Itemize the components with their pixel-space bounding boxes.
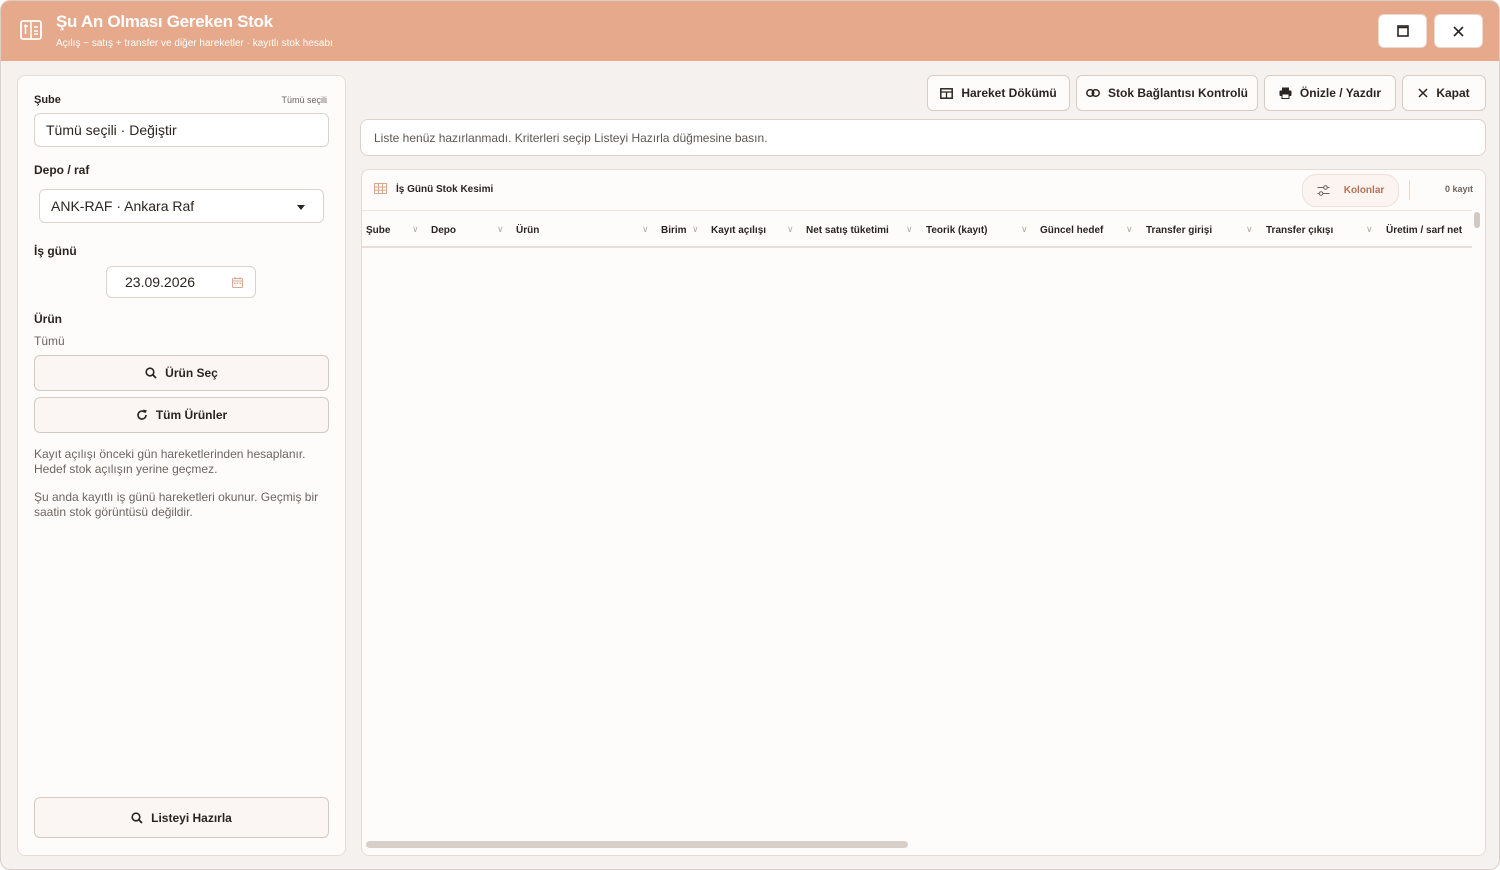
vertical-scrollbar[interactable] xyxy=(1474,212,1480,228)
stock-link-check-label: Stok Bağlantısı Kontrolü xyxy=(1107,86,1248,100)
window-close-button[interactable] xyxy=(1434,14,1483,48)
product-label: Ürün xyxy=(34,312,62,326)
close-label: Kapat xyxy=(1436,86,1470,100)
search-icon xyxy=(145,367,157,379)
column-header[interactable]: Depo xyxy=(431,211,456,249)
table-icon xyxy=(940,87,954,99)
refresh-icon xyxy=(137,409,147,420)
prepare-list-label: Listeyi Hazırla xyxy=(151,810,232,825)
sort-icon[interactable]: ∨ xyxy=(787,224,794,235)
grid-icon xyxy=(374,183,387,194)
stock-ledger-icon xyxy=(20,20,42,40)
preview-print-label: Önizle / Yazdır xyxy=(1299,86,1382,100)
depot-label: Depo / raf xyxy=(34,163,90,177)
dropdown-arrow-icon xyxy=(297,205,305,210)
depot-select[interactable]: ANK-RAF · Ankara Raf xyxy=(39,189,324,223)
opening-note: Kayıt açılışı önceki gün hareketlerinden… xyxy=(34,447,306,476)
prepare-list-button[interactable]: Listeyi Hazırla xyxy=(34,797,329,838)
filter-panel: Şube Tümü seçili Tümü seçili · Değiştir … xyxy=(17,75,346,856)
grid-header: Şube ∨ Depo ∨ Ürün ∨ Birim ∨ Kayıt açılı… xyxy=(362,210,1472,248)
app-window: Şu An Olması Gereken Stok Açılış − satış… xyxy=(0,0,1500,870)
toolbar-divider xyxy=(1409,180,1410,200)
columns-button[interactable]: Kolonlar xyxy=(1302,174,1399,207)
columns-label: Kolonlar xyxy=(1343,185,1385,196)
maximize-icon xyxy=(1396,25,1409,37)
product-value: Tümü xyxy=(34,334,65,348)
column-header[interactable]: Üretim / sarf net xyxy=(1386,211,1462,249)
column-header[interactable]: Şube xyxy=(366,211,390,249)
column-header[interactable]: Teorik (kayıt) xyxy=(926,211,988,249)
window-title: Şu An Olması Gereken Stok xyxy=(56,12,273,31)
select-product-label: Ürün Seç xyxy=(165,366,218,380)
column-header[interactable]: Birim xyxy=(661,211,687,249)
stock-link-check-button[interactable]: Stok Bağlantısı Kontrolü xyxy=(1076,75,1258,111)
branch-value: Tümü seçili · Değiştir xyxy=(46,122,177,138)
record-count: 0 kayıt xyxy=(1444,184,1473,194)
sort-icon[interactable]: ∨ xyxy=(1366,224,1373,235)
grid-title: İş Günü Stok Kesimi xyxy=(396,184,494,195)
window-subtitle: Açılış − satış + transfer ve diğer harek… xyxy=(56,38,333,49)
movement-dump-label: Hareket Dökümü xyxy=(961,86,1057,100)
select-product-button[interactable]: Ürün Seç xyxy=(34,355,329,391)
sort-icon[interactable]: ∨ xyxy=(1246,224,1253,235)
link-icon xyxy=(1086,89,1100,97)
movement-dump-button[interactable]: Hareket Dökümü xyxy=(927,75,1070,111)
preview-print-button[interactable]: Önizle / Yazdır xyxy=(1264,75,1396,111)
all-products-button[interactable]: Tüm Ürünler xyxy=(34,397,329,433)
sort-icon[interactable]: ∨ xyxy=(497,224,504,235)
column-header[interactable]: Net satış tüketimi xyxy=(806,211,889,249)
close-icon xyxy=(1453,25,1464,37)
column-header[interactable]: Transfer çıkışı xyxy=(1266,211,1333,249)
calendar-icon xyxy=(232,277,243,288)
column-header[interactable]: Kayıt açılışı xyxy=(711,211,766,249)
sort-icon[interactable]: ∨ xyxy=(906,224,913,235)
snapshot-note: Şu anda kayıtlı iş günü hareketleri okun… xyxy=(34,490,319,519)
column-header[interactable]: Güncel hedef xyxy=(1040,211,1103,249)
workday-date-input[interactable]: 23.09.2026 xyxy=(106,266,256,298)
maximize-button[interactable] xyxy=(1378,14,1427,48)
horizontal-scrollbar[interactable] xyxy=(366,841,908,848)
info-message: Liste henüz hazırlanmadı. Kriterleri seç… xyxy=(360,119,1486,156)
sort-icon[interactable]: ∨ xyxy=(412,224,419,235)
all-products-label: Tüm Ürünler xyxy=(155,408,228,422)
sort-icon[interactable]: ∨ xyxy=(1021,224,1028,235)
sort-icon[interactable]: ∨ xyxy=(692,224,699,235)
stock-grid: İş Günü Stok Kesimi Kolonlar 0 kayıt Şub… xyxy=(361,169,1486,856)
printer-icon xyxy=(1279,87,1292,99)
workday-value: 23.09.2026 xyxy=(125,274,196,290)
sliders-icon xyxy=(1317,185,1330,196)
workday-label: İş günü xyxy=(34,244,77,258)
branch-hint: Tümü seçili xyxy=(281,95,327,105)
sort-icon[interactable]: ∨ xyxy=(642,224,649,235)
depot-value: ANK-RAF · Ankara Raf xyxy=(51,198,195,214)
sort-icon[interactable]: ∨ xyxy=(1126,224,1133,235)
branch-selector[interactable]: Tümü seçili · Değiştir xyxy=(34,113,329,147)
column-header[interactable]: Ürün xyxy=(516,211,539,249)
title-bar: Şu An Olması Gereken Stok Açılış − satış… xyxy=(1,1,1499,61)
search-icon xyxy=(131,811,143,824)
branch-label: Şube xyxy=(34,94,61,106)
close-button[interactable]: Kapat xyxy=(1402,75,1486,111)
info-message-text: Liste henüz hazırlanmadı. Kriterleri seç… xyxy=(374,130,768,145)
close-icon xyxy=(1418,88,1428,98)
column-header[interactable]: Transfer girişi xyxy=(1146,211,1212,249)
